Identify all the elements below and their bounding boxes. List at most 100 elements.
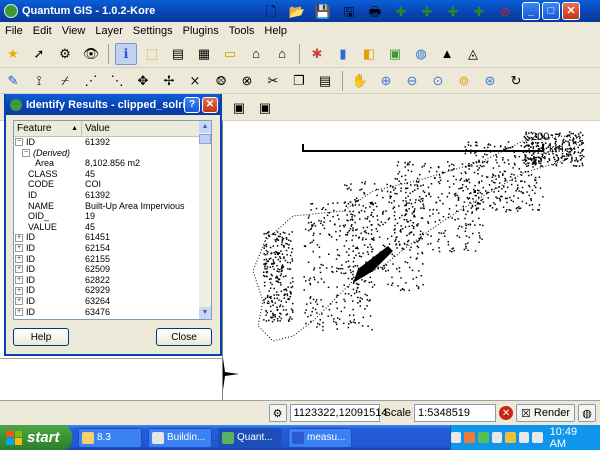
expand-icon[interactable]: + [15,254,23,263]
menu-view[interactable]: View [57,25,91,37]
delete-part-icon[interactable]: ⨯ [184,70,206,92]
menu-file[interactable]: File [0,25,28,37]
add-wms-layer-icon[interactable]: ✚ [468,0,490,22]
tree-row[interactable]: + ID 63476 [14,307,211,318]
scroll-down-icon[interactable]: ▼ [199,307,211,319]
delete-ring-icon[interactable]: ⨷ [210,70,232,92]
render-checkbox[interactable]: ☒ Render [516,404,575,422]
copy-icon[interactable]: ✂ [262,70,284,92]
menu-edit[interactable]: Edit [28,25,57,37]
attribute-table-icon[interactable]: ▤ [167,43,189,65]
home-icon[interactable]: ⌂ [245,43,267,65]
tree-row[interactable]: + ID 62822 [14,275,211,286]
column-header-feature[interactable]: Feature ▲ [14,121,82,136]
stop-render-icon[interactable]: ✕ [499,406,514,420]
tree-row[interactable]: NAME Built-Up Area Impervious [14,201,211,212]
volume-icon[interactable] [532,432,543,443]
tree-row[interactable]: OID_ 19 [14,211,211,222]
tree-row[interactable]: + ID 62155 [14,254,211,265]
toggle-icon-2[interactable]: ▣ [254,96,276,118]
tray-icon[interactable] [518,432,530,443]
zoom-out-icon[interactable]: ⊖ [401,70,423,92]
scale-input[interactable]: 1:5348519 [414,404,497,422]
toggle-icon-1[interactable]: ▣ [228,96,250,118]
gdal-icon[interactable]: ◬ [462,43,484,65]
add-vector-layer-icon[interactable]: ✚ [390,0,412,22]
tray-icon[interactable] [505,432,516,443]
add-postgis-layer-icon[interactable]: ✚ [442,0,464,22]
task-folder-8-3[interactable]: 8.3 [78,427,142,448]
menu-settings[interactable]: Settings [128,25,178,37]
digitize-icon[interactable]: ✎ [2,70,24,92]
dialog-close-button[interactable]: ✕ [202,96,218,113]
tree-row[interactable]: + ID 63264 [14,296,211,307]
tree-row[interactable]: ID 61392 [14,190,211,201]
menu-layer[interactable]: Layer [90,25,128,37]
task-quantum-gis[interactable]: Quant... [218,427,282,448]
zoom-last-icon[interactable]: ⊛ [479,70,501,92]
node-icon[interactable]: ⟟ [28,70,50,92]
expand-icon[interactable]: + [15,297,23,306]
open-project-icon[interactable]: 📂 [286,0,308,22]
tree-row[interactable]: − (Derived) [14,148,211,159]
field-icon[interactable]: ▣ [384,43,406,65]
close-button[interactable]: Close [156,328,212,346]
tree-row[interactable]: CODE COI [14,179,211,190]
add-raster-layer-icon[interactable]: ✚ [416,0,438,22]
expand-icon[interactable]: + [15,286,23,295]
refresh-icon[interactable]: ↻ [505,70,527,92]
zoom-selection-icon[interactable]: ⊚ [453,70,475,92]
field-calculator-icon[interactable]: ▦ [193,43,215,65]
add-ring-icon[interactable]: ⋱ [106,70,128,92]
tray-icon[interactable] [491,432,503,443]
tree-row[interactable]: − ID 61392 [14,137,211,148]
menu-tools[interactable]: Tools [224,25,260,37]
zoom-full-icon[interactable]: ⊙ [427,70,449,92]
collapse-icon[interactable]: − [22,148,30,157]
terrain-icon[interactable]: ▲ [436,43,458,65]
identify-icon[interactable]: ℹ [115,42,137,65]
scroll-thumb[interactable] [199,134,211,144]
new-project-icon[interactable]: 🗋 [260,0,282,22]
coordinate-toggle-icon[interactable]: ⚙ [268,404,287,422]
add-part-icon[interactable]: ✢ [158,70,180,92]
close-window-button[interactable]: ✕ [562,2,580,20]
cut-icon[interactable]: ⊗ [236,70,258,92]
scroll-up-icon[interactable]: ▲ [199,121,211,133]
eye-icon[interactable]: 👁 [80,43,102,65]
select-icon[interactable]: ⬚ [141,43,163,65]
zoom-in-icon[interactable]: ⊕ [375,70,397,92]
tree-row[interactable]: + ID 61451 [14,232,211,243]
tree-row[interactable]: VALUE 45 [14,222,211,233]
dialog-help-button[interactable]: ? [184,96,200,113]
split-icon[interactable]: ⋰ [80,70,102,92]
expand-icon[interactable]: + [15,276,23,285]
tree-row[interactable]: Area 8,102.856 m2 [14,158,211,169]
tray-icon[interactable] [464,432,475,443]
tree-row[interactable]: + ID 62509 [14,264,211,275]
clipboard-icon[interactable]: ▤ [314,70,336,92]
copyright-icon[interactable]: ▮ [332,43,354,65]
tree-row[interactable]: + ID 62929 [14,285,211,296]
expand-icon[interactable]: + [15,307,23,316]
globe-icon[interactable]: ◍ [410,43,432,65]
pointer-icon[interactable]: ➚ [28,43,50,65]
tree-row[interactable]: + ID 62154 [14,243,211,254]
menu-help[interactable]: Help [259,25,292,37]
menu-plugins[interactable]: Plugins [178,25,224,37]
add-layer-icon[interactable]: ★ [2,43,24,65]
tree-scrollbar[interactable]: ▲ ▼ [199,121,211,319]
results-tree[interactable]: Feature ▲ Value − ID 61392− (Derived) Area 8,… [13,120,212,320]
home-icon-2[interactable]: ⌂ [271,43,293,65]
task-measure[interactable]: measu... [288,427,352,448]
north-arrow-icon[interactable]: ✱ [306,43,328,65]
expand-icon[interactable]: + [15,233,23,242]
tree-row[interactable]: CLASS 45 [14,169,211,180]
maximize-button[interactable]: □ [542,2,560,20]
expand-icon[interactable]: + [15,244,23,253]
map-tips-icon[interactable]: ▭ [219,43,241,65]
print-icon[interactable]: 🖶 [364,0,386,22]
map-canvas[interactable]: 200 km [222,121,600,400]
start-button[interactable]: start [0,425,72,450]
column-header-value[interactable]: Value [82,121,110,136]
